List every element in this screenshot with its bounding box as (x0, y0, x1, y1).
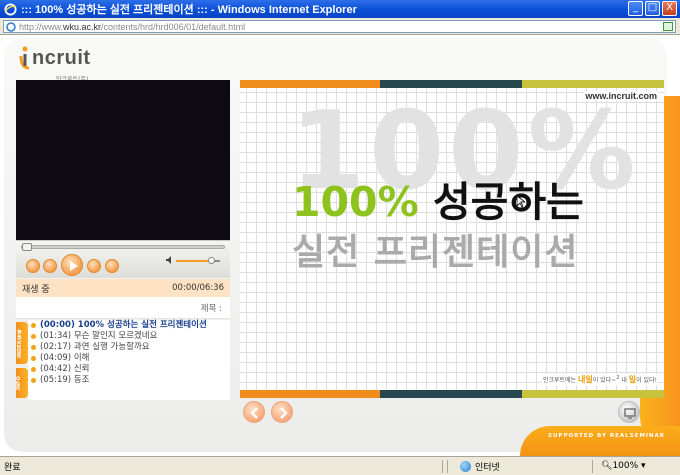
security-zone[interactable]: 인터넷 (450, 460, 590, 473)
slide-bar-segment (240, 80, 380, 88)
next-button[interactable] (87, 259, 101, 273)
browser-viewport: SUPPORTED BY REALSEMINAR ncruit 인크루트(주) (0, 36, 680, 456)
playback-status: 재생 중 00:00/06:36 (16, 279, 230, 297)
slide-headline: 100% 성공하는 (292, 178, 584, 226)
status-done: 완료 (4, 462, 21, 473)
supported-by-text: SUPPORTED BY REALSEMINAR (548, 433, 666, 439)
window-title: ::: 100% 성공하는 실전 프리젠테이션 ::: - Windows In… (21, 4, 357, 16)
page-icon (6, 21, 16, 32)
slide-subtitle: 실전 프리젠테이션 (292, 232, 579, 273)
close-button[interactable]: X (662, 1, 677, 16)
chapter-item[interactable]: (04:09) 이해 (28, 353, 230, 364)
arrow-left-icon (250, 407, 258, 419)
volume-handle[interactable] (208, 257, 216, 264)
slide-url: www.incruit.com (584, 91, 658, 101)
player-controls (16, 240, 230, 278)
address-input[interactable]: http://www.wku.ac.kr/contents/hrd/hrd006… (3, 20, 676, 33)
logo-word: ncruit (32, 47, 91, 69)
incruit-logo: ncruit (18, 46, 91, 70)
frame-footer-accent (520, 426, 680, 456)
slide-area: 100% www.incruit.com 100% 성공하는 실전 프리젠테이션… (240, 88, 664, 390)
logo-mark-icon (19, 46, 30, 70)
address-url: http://www.wku.ac.kr/contents/hrd/hrd006… (19, 21, 246, 32)
volume-icon[interactable] (166, 256, 174, 264)
volume-slider[interactable] (176, 257, 220, 264)
screen-icon (624, 408, 636, 419)
slide-bar-segment (380, 80, 522, 88)
seek-handle[interactable] (22, 243, 32, 251)
slide-top-bar (240, 80, 664, 88)
maximize-button[interactable]: □ (645, 1, 660, 16)
fullscreen-button[interactable] (618, 401, 640, 423)
browser-statusbar: 완료 인터넷 🔍︎ 100% ▾ (0, 456, 680, 475)
chapter-item[interactable]: (04:42) 신뢰 (28, 364, 230, 375)
zoom-icon: 🔍︎ (601, 461, 613, 471)
previous-button[interactable] (43, 259, 57, 273)
play-button[interactable] (61, 254, 83, 276)
slide-bar-segment (240, 390, 380, 398)
slide-tagline: 인크루트에는 내일이 있다~2 내 일이 있다! (541, 374, 658, 385)
arrow-right-icon (280, 407, 288, 419)
chapter-item[interactable]: (01:34) 무슨 말인지 모르겠네요 (28, 331, 230, 342)
ie-logo-icon (4, 2, 17, 16)
chevron-down-icon: ▾ (638, 461, 646, 471)
slide-bottom-bar (240, 390, 664, 398)
mouse-cursor-icon (517, 196, 525, 208)
volume-level (176, 260, 212, 262)
playback-time: 00:00/06:36 (172, 283, 224, 293)
rewind-button[interactable] (26, 259, 40, 273)
fast-forward-button[interactable] (105, 259, 119, 273)
tab-info[interactable]: INFO (16, 368, 28, 398)
status-label: 재생 중 (22, 284, 50, 295)
next-slide-button[interactable] (271, 401, 293, 423)
address-bar: http://www.wku.ac.kr/contents/hrd/hrd006… (0, 18, 680, 35)
seek-bar[interactable] (21, 243, 225, 251)
slide-bar-segment (522, 390, 664, 398)
slide-bar-segment (522, 80, 664, 88)
video-screen[interactable] (16, 80, 230, 240)
chapter-list: (00:00) 100% 성공하는 실전 프리젠테이션 (01:34) 무슨 말인… (28, 320, 230, 400)
zoom-level[interactable]: 🔍︎ 100% ▾ (595, 461, 646, 471)
tab-index[interactable]: INDEX/목록 (16, 322, 28, 364)
minimize-button[interactable]: _ (628, 1, 643, 16)
title-row: 제목 : (16, 297, 230, 319)
title-label: 제목 : (200, 304, 222, 314)
chapter-item[interactable]: (00:00) 100% 성공하는 실전 프리젠테이션 (28, 320, 230, 331)
side-tabs: INDEX/목록 INFO (16, 322, 28, 402)
chapter-item[interactable]: (02:17) 과연 실행 가능할까요 (28, 342, 230, 353)
prev-slide-button[interactable] (243, 401, 265, 423)
chapter-item[interactable]: (05:19) 동조 (28, 375, 230, 386)
globe-icon (460, 460, 471, 472)
refresh-icon[interactable] (663, 22, 673, 31)
slide-bar-segment (380, 390, 522, 398)
window-titlebar: ::: 100% 성공하는 실전 프리젠테이션 ::: - Windows In… (0, 0, 680, 18)
play-icon (70, 261, 78, 271)
